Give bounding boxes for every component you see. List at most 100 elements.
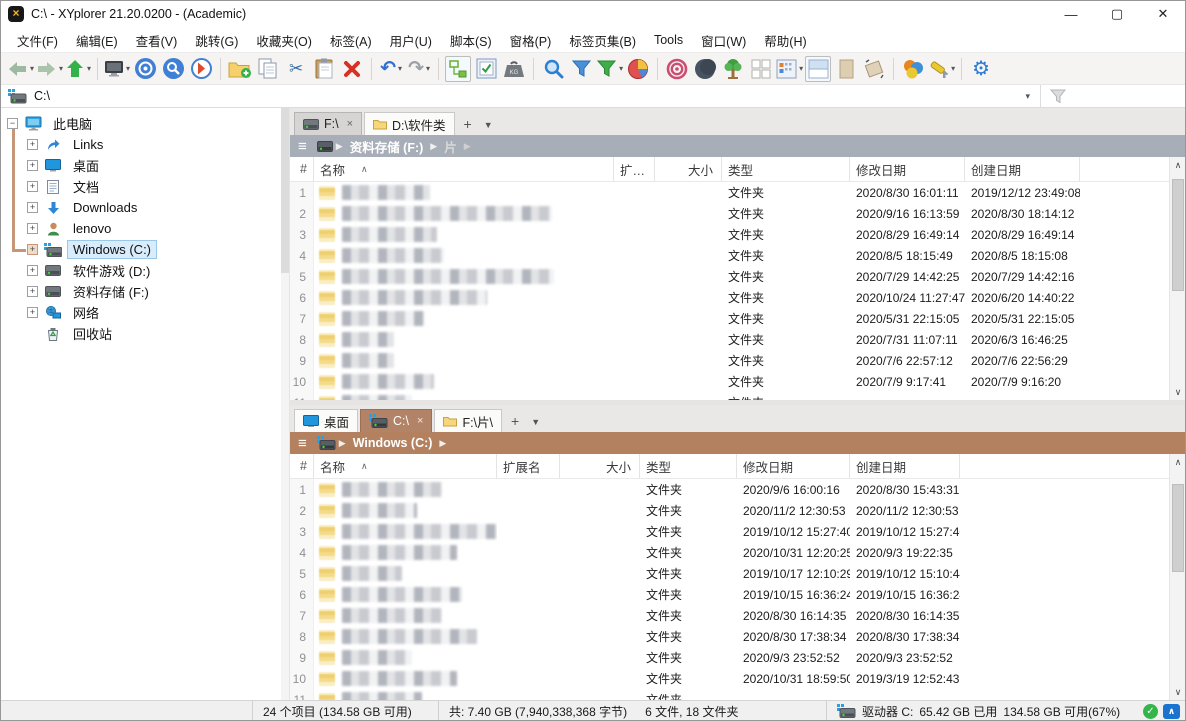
back-button[interactable]: ▾ [7, 56, 34, 82]
go-button[interactable] [188, 56, 214, 82]
file-row[interactable]: 7 文件夹 2020/8/30 16:14:35 2020/8/30 16:14… [290, 605, 1169, 626]
file-name-cell[interactable] [314, 500, 497, 521]
mini-tree-button[interactable] [720, 56, 746, 82]
tab-close-icon[interactable]: × [417, 415, 423, 427]
tiles-view-button[interactable] [748, 56, 774, 82]
new-tab-button[interactable]: + [504, 413, 526, 432]
menu-item-panes[interactable]: 窗格(P) [501, 28, 561, 53]
menu-item-user[interactable]: 用户(U) [381, 28, 441, 53]
drive-c-icon[interactable] [317, 436, 336, 450]
paste-button[interactable] [311, 56, 337, 82]
details-view-button[interactable]: ▾ [776, 56, 803, 82]
expand-icon[interactable]: + [27, 181, 38, 192]
menu-item-go[interactable]: 跳转(G) [186, 28, 247, 53]
expand-icon[interactable]: + [27, 307, 38, 318]
file-row[interactable]: 5 文件夹 2019/10/17 12:10:29 2019/10/12 15:… [290, 563, 1169, 584]
menu-item-view[interactable]: 查看(V) [127, 28, 187, 53]
tab-desktop[interactable]: 桌面 [294, 409, 358, 432]
menu-item-file[interactable]: 文件(F) [8, 28, 67, 53]
color-filters-button[interactable] [900, 56, 926, 82]
breadcrumb-menu-icon[interactable]: ≡ [298, 435, 307, 452]
up-button[interactable]: ▾ [65, 56, 91, 82]
column-header-modified[interactable]: 修改日期 [850, 157, 965, 181]
file-row[interactable]: 8 文件夹 2020/7/31 11:07:11 2020/6/3 16:46:… [290, 329, 1169, 350]
address-input[interactable]: C:\ [0, 85, 1015, 107]
file-name-cell[interactable] [314, 329, 614, 350]
column-header-ext[interactable]: 扩展名 [497, 454, 560, 478]
tree-item-desktop[interactable]: + 桌面 [0, 155, 289, 176]
dual-pane-horizontal-button[interactable] [805, 56, 831, 82]
file-name-cell[interactable] [314, 245, 614, 266]
tab-f-drive[interactable]: F:\ × [294, 112, 362, 135]
scroll-up-icon[interactable]: ∧ [1170, 454, 1186, 470]
column-header-modified[interactable]: 修改日期 [737, 454, 850, 478]
tab-f-pian[interactable]: F:\片\ [434, 409, 502, 432]
menu-item-edit[interactable]: 编辑(E) [67, 28, 127, 53]
tab-c-drive[interactable]: C:\ × [360, 409, 432, 432]
tree-item-drive-d[interactable]: + 软件游戏 (D:) [0, 260, 289, 281]
tree-item-drive-c[interactable]: + Windows (C:) [0, 239, 289, 260]
file-row[interactable]: 10 文件夹 2020/7/9 9:17:41 2020/7/9 9:16:20 [290, 371, 1169, 392]
column-header-type[interactable]: 类型 [640, 454, 737, 478]
undo-button[interactable]: ↶▾ [378, 56, 404, 82]
age-button[interactable] [664, 56, 690, 82]
file-row[interactable]: 10 文件夹 2020/10/31 18:59:50 2019/3/19 12:… [290, 668, 1169, 689]
file-name-cell[interactable] [314, 182, 614, 203]
swap-panes-button[interactable] [861, 56, 887, 82]
dark-mode-button[interactable] [692, 56, 718, 82]
menu-item-tabsets[interactable]: 标签页集(B) [560, 28, 645, 53]
collapse-icon[interactable]: − [7, 118, 18, 129]
file-name-cell[interactable] [314, 224, 614, 245]
expand-icon[interactable]: + [27, 286, 38, 297]
file-name-cell[interactable] [314, 350, 614, 371]
tree-item-documents[interactable]: + 文档 [0, 176, 289, 197]
tree-item-downloads[interactable]: + Downloads [0, 197, 289, 218]
file-name-cell[interactable] [314, 605, 497, 626]
file-row[interactable]: 1 文件夹 2020/8/30 16:01:11 2019/12/12 23:4… [290, 182, 1169, 203]
scroll-down-icon[interactable]: ∨ [1170, 684, 1186, 700]
file-row[interactable]: 3 文件夹 2020/8/29 16:49:14 2020/8/29 16:49… [290, 224, 1169, 245]
column-header-size[interactable]: 大小 [655, 157, 722, 181]
tree-toggle-button[interactable] [445, 56, 471, 82]
checkbox-mode-button[interactable] [473, 56, 499, 82]
expand-icon[interactable]: + [27, 223, 38, 234]
file-row[interactable]: 8 文件夹 2020/8/30 17:38:34 2020/8/30 17:38… [290, 626, 1169, 647]
breadcrumb-segment[interactable]: Windows (C:) [353, 436, 433, 450]
expand-icon[interactable]: + [27, 202, 38, 213]
visual-filter-button[interactable]: ▾ [596, 56, 623, 82]
file-name-cell[interactable] [314, 203, 614, 224]
drive-icon[interactable] [317, 141, 333, 152]
show-desktop-button[interactable]: ▾ [104, 56, 130, 82]
file-name-cell[interactable] [314, 584, 497, 605]
tree-scrollbar-thumb[interactable] [281, 108, 289, 273]
tab-list-chevron-icon[interactable]: ▼ [479, 120, 498, 135]
file-name-cell[interactable] [314, 689, 497, 700]
cut-button[interactable]: ✂ [283, 56, 309, 82]
file-name-cell[interactable] [314, 371, 614, 392]
menu-item-tools[interactable]: Tools [645, 30, 692, 50]
scroll-down-icon[interactable]: ∨ [1170, 384, 1186, 400]
single-pane-button[interactable] [833, 56, 859, 82]
file-name-cell[interactable] [314, 479, 497, 500]
file-row[interactable]: 3 文件夹 2019/10/12 15:27:40 2019/10/12 15:… [290, 521, 1169, 542]
tree-item-network[interactable]: + 网络 [0, 302, 289, 323]
settings-button[interactable]: ⚙ [968, 56, 994, 82]
file-name-cell[interactable] [314, 668, 497, 689]
file-name-cell[interactable] [314, 287, 614, 308]
tree-item-drive-f[interactable]: + 资料存储 (F:) [0, 281, 289, 302]
column-header-created[interactable]: 创建日期 [850, 454, 960, 478]
menu-item-tags[interactable]: 标签(A) [321, 28, 381, 53]
file-row[interactable]: 9 文件夹 2020/9/3 23:52:52 2020/9/3 23:52:5… [290, 647, 1169, 668]
breadcrumb-segment[interactable]: 资料存储 (F:) [350, 137, 424, 156]
lower-scrollbar[interactable]: ∧ ∨ [1169, 454, 1186, 700]
highlight-button[interactable]: ▾ [928, 56, 955, 82]
menu-item-window[interactable]: 窗口(W) [692, 28, 755, 53]
tree-item-recycle-bin[interactable]: 回收站 [0, 323, 289, 344]
column-header-num[interactable]: # [290, 157, 314, 181]
file-row[interactable]: 9 文件夹 2020/7/6 22:57:12 2020/7/6 22:56:2… [290, 350, 1169, 371]
menu-item-help[interactable]: 帮助(H) [755, 28, 815, 53]
scrollbar-thumb[interactable] [1172, 484, 1184, 572]
type-stats-button[interactable] [625, 56, 651, 82]
tab-close-icon[interactable]: × [347, 118, 353, 130]
column-header-name[interactable]: 名称∧ [314, 454, 497, 478]
